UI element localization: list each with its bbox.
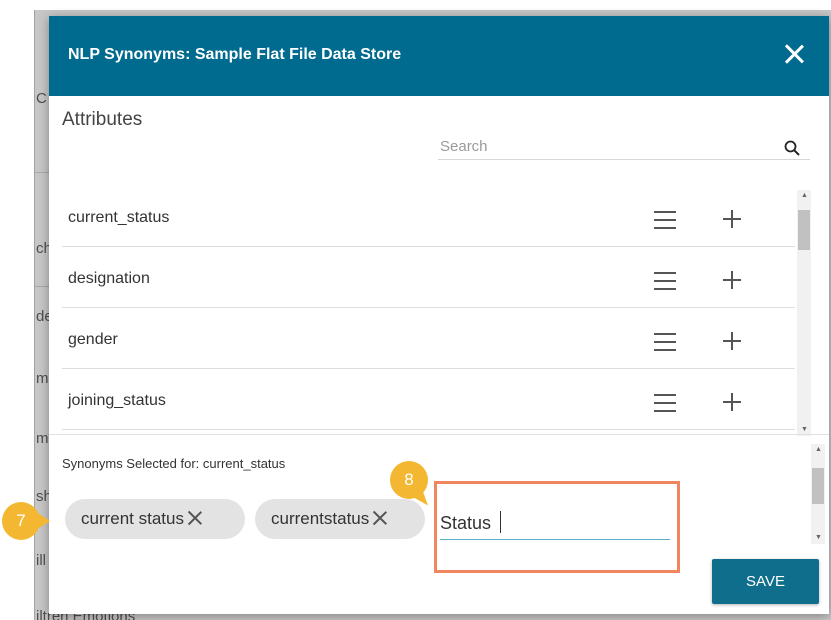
synonyms-scrollbar[interactable]: ▲ ▼ [811,444,825,544]
section-divider [49,434,829,435]
scrollbar-thumb[interactable] [798,210,810,250]
chip-label: current status [81,509,184,528]
menu-icon[interactable] [654,211,676,229]
attribute-label: gender [68,331,118,348]
scroll-up-icon[interactable]: ▲ [801,192,808,200]
menu-icon[interactable] [654,272,676,290]
scroll-down-icon[interactable]: ▼ [815,534,822,542]
menu-icon[interactable] [654,394,676,412]
attributes-list: current_status designation gender joinin… [62,187,795,447]
list-item[interactable]: gender [62,309,795,369]
synonym-chip: currentstatus [255,499,425,539]
remove-chip-icon[interactable] [372,510,388,526]
plus-icon[interactable] [723,332,741,350]
search-icon[interactable] [784,140,800,156]
synonyms-heading: Synonyms Selected for: current_status [62,456,286,471]
plus-icon[interactable] [723,393,741,411]
search-field [438,134,810,160]
plus-icon[interactable] [723,210,741,228]
scrollbar-thumb[interactable] [812,468,824,504]
close-icon[interactable] [781,41,807,67]
chip-label: currentstatus [271,509,370,528]
list-item[interactable]: current_status [62,187,795,247]
list-item[interactable]: designation [62,248,795,308]
search-input[interactable] [438,134,768,158]
save-button[interactable]: SAVE [712,559,819,604]
plus-icon[interactable] [723,271,741,289]
dialog-header: NLP Synonyms: Sample Flat File Data Stor… [49,16,829,96]
scroll-up-icon[interactable]: ▲ [815,446,822,454]
attribute-label: designation [68,270,150,287]
remove-chip-icon[interactable] [187,510,203,526]
step-badge: 7 [2,502,50,540]
attributes-heading: Attributes [62,109,143,130]
attribute-label: current_status [68,209,170,226]
attributes-scrollbar[interactable]: ▲ ▼ [797,190,811,436]
synonym-chip: current status [65,499,245,539]
highlight-box [434,481,680,573]
list-item[interactable]: joining_status [62,370,795,430]
step-badge: 8 [390,461,428,499]
scroll-down-icon[interactable]: ▼ [801,426,808,434]
attribute-label: joining_status [68,392,166,409]
menu-icon[interactable] [654,333,676,351]
dialog-title: NLP Synonyms: Sample Flat File Data Stor… [68,46,402,63]
